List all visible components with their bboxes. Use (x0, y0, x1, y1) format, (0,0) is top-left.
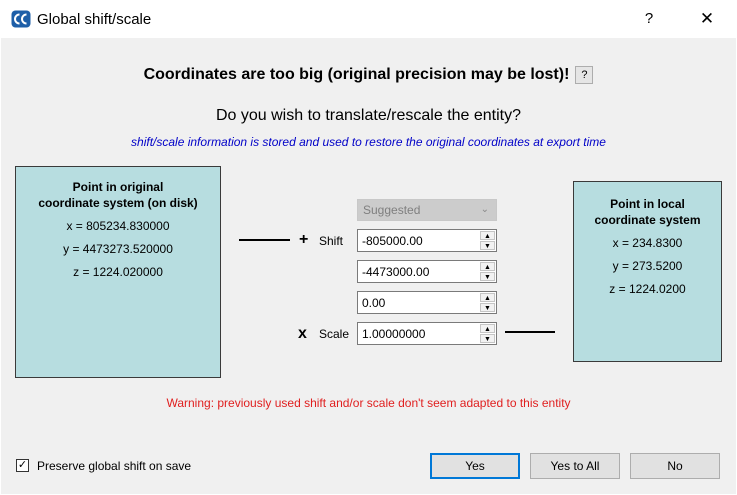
shift-label: Shift (319, 234, 344, 248)
no-button[interactable]: No (630, 453, 720, 479)
info-text: shift/scale information is stored and us… (131, 135, 606, 149)
close-button[interactable]: ✕ (684, 4, 730, 34)
question-text: Do you wish to translate/rescale the ent… (215, 107, 522, 124)
scale-label: Scale (319, 327, 350, 341)
shift-y-up-arrow-icon[interactable]: ▲ (480, 262, 495, 271)
shift-x-up-arrow-icon[interactable]: ▲ (480, 231, 495, 240)
headline: Coordinates are too big (original precis… (0, 66, 737, 84)
headline-help-button[interactable]: ? (575, 66, 594, 84)
shift-z-up-arrow-icon[interactable]: ▲ (480, 293, 495, 302)
shift-z-input[interactable] (358, 292, 480, 313)
original-y: y = 4473273.520000 (63, 242, 173, 256)
shift-z-spinbox[interactable]: ▲▼ (357, 291, 497, 314)
suggested-dropdown[interactable]: Suggested ⌄ (357, 199, 497, 221)
shift-z-down-arrow-icon[interactable]: ▼ (480, 303, 495, 312)
original-z: z = 1224.020000 (73, 265, 163, 279)
shift-x-down-arrow-icon[interactable]: ▼ (480, 241, 495, 250)
local-box-title-1: Point in local (610, 197, 685, 211)
local-x: x = 234.8300 (612, 236, 683, 250)
local-z: z = 1224.0200 (609, 282, 686, 296)
original-box-title-2: coordinate system (on disk) (38, 196, 198, 210)
local-box-title-2: coordinate system (594, 213, 701, 227)
original-point-box: Point in original coordinate system (on … (15, 166, 221, 378)
preserve-shift-checkbox[interactable]: ✓ (16, 459, 29, 472)
yes-button[interactable]: Yes (430, 453, 520, 479)
cloudcompare-app-icon (11, 10, 31, 28)
right-connector-line (505, 331, 555, 333)
shift-y-input[interactable] (358, 261, 480, 282)
original-box-title-1: Point in original (72, 180, 164, 194)
window-title: Global shift/scale (37, 11, 152, 28)
left-connector-line (239, 239, 290, 241)
times-symbol: x (298, 325, 307, 342)
headline-text: Coordinates are too big (original precis… (143, 66, 570, 83)
shift-x-input[interactable] (358, 230, 480, 251)
shift-x-spinbox[interactable]: ▲▼ (357, 229, 497, 252)
yes-to-all-button[interactable]: Yes to All (530, 453, 620, 479)
chevron-down-icon: ⌄ (480, 204, 489, 215)
title-bar: Global shift/scale ? ✕ (0, 0, 737, 38)
preserve-shift-label[interactable]: Preserve global shift on save (37, 459, 191, 473)
local-point-box: Point in local coordinate system x = 234… (573, 181, 722, 362)
local-y: y = 273.5200 (612, 259, 683, 273)
original-x: x = 805234.830000 (66, 219, 170, 233)
title-help-button[interactable]: ? (628, 4, 670, 34)
scale-spinbox[interactable]: ▲▼ (357, 322, 497, 345)
scale-up-arrow-icon[interactable]: ▲ (480, 324, 495, 333)
plus-symbol: + (299, 231, 309, 248)
checkmark-icon: ✓ (17, 459, 28, 471)
shift-y-spinbox[interactable]: ▲▼ (357, 260, 497, 283)
shift-y-down-arrow-icon[interactable]: ▼ (480, 272, 495, 281)
suggested-dropdown-value: Suggested (363, 203, 421, 217)
scale-down-arrow-icon[interactable]: ▼ (480, 334, 495, 343)
warning-message: Warning: previously used shift and/or sc… (166, 396, 571, 410)
scale-input[interactable] (358, 323, 480, 344)
